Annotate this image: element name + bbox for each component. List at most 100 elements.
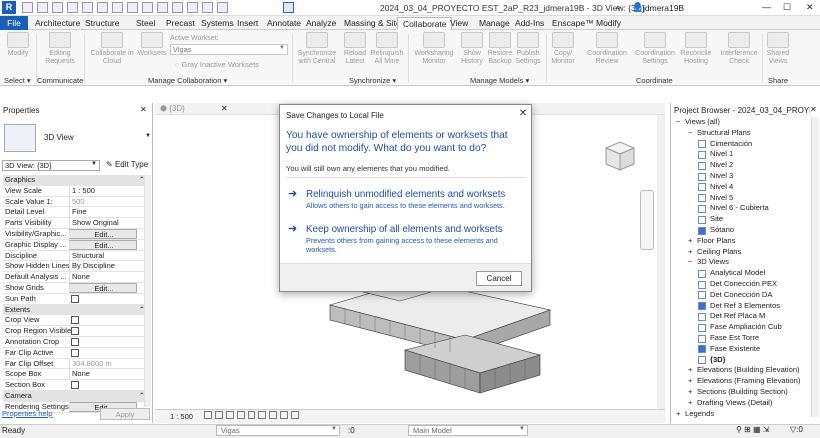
- browser-item[interactable]: Elevations (Framing Elevation): [697, 376, 800, 385]
- shadows-icon[interactable]: [236, 411, 245, 419]
- shared-views-button[interactable]: Shared Views: [764, 32, 792, 66]
- browser-item[interactable]: Nivel 5: [710, 193, 733, 202]
- property-checkbox[interactable]: [71, 316, 79, 325]
- collapse-icon[interactable]: −: [676, 117, 680, 126]
- view-control-icons[interactable]: [204, 411, 300, 421]
- property-checkbox[interactable]: [71, 327, 79, 336]
- active-workset-select[interactable]: Vigas ▼: [170, 44, 288, 55]
- restore-backup-button[interactable]: Restore Backup: [485, 32, 515, 66]
- property-value[interactable]: Fine: [69, 207, 137, 218]
- tab-precast[interactable]: Precast: [161, 17, 200, 29]
- property-category[interactable]: Graphics ⌃: [3, 175, 148, 186]
- browser-item[interactable]: Floor Plans: [697, 236, 735, 245]
- sync-icon[interactable]: [52, 2, 63, 13]
- tab-steel[interactable]: Steel: [131, 17, 160, 29]
- collapse-icon[interactable]: −: [688, 257, 692, 266]
- type-name[interactable]: 3D View: [44, 133, 74, 142]
- detail-level-icon[interactable]: [204, 411, 212, 419]
- browser-item[interactable]: Det Conección PEX: [710, 279, 777, 288]
- dialog-close-button[interactable]: ✕: [517, 108, 529, 119]
- expand-icon[interactable]: +: [688, 376, 692, 385]
- expand-icon[interactable]: +: [688, 398, 692, 407]
- copy-monitor-button[interactable]: Copy/ Monitor: [548, 32, 578, 66]
- property-value[interactable]: None: [69, 369, 137, 380]
- sync-central-button[interactable]: Synchronize with Central: [296, 32, 338, 66]
- tab-manage[interactable]: Manage: [474, 17, 515, 29]
- sun-path-icon[interactable]: [225, 411, 234, 419]
- search-icon[interactable]: ⌕: [616, 3, 620, 13]
- tab-add-ins[interactable]: Add-Ins: [510, 17, 549, 29]
- redo-icon[interactable]: [82, 2, 93, 13]
- close-hidden-icon[interactable]: [202, 2, 213, 13]
- text-icon[interactable]: [142, 2, 153, 13]
- browser-item[interactable]: Nivel 3: [710, 171, 733, 180]
- print-icon[interactable]: [97, 2, 108, 13]
- property-category[interactable]: Camera ⌃: [3, 391, 148, 402]
- property-edit-button[interactable]: Edit...: [69, 283, 137, 293]
- tab-structure[interactable]: Structure: [80, 17, 125, 29]
- expand-icon[interactable]: +: [688, 387, 692, 396]
- browser-item[interactable]: 3D Views: [697, 257, 729, 266]
- modify-button[interactable]: Modify: [4, 32, 32, 58]
- tab-analyze[interactable]: Analyze: [301, 17, 341, 29]
- crop-icon[interactable]: [258, 411, 267, 419]
- property-checkbox[interactable]: [71, 348, 79, 357]
- user-name[interactable]: jdmera19B: [643, 3, 684, 13]
- section-icon[interactable]: [172, 2, 183, 13]
- close-icon[interactable]: ✕: [140, 105, 147, 114]
- browser-item[interactable]: Analytical Model: [710, 268, 765, 277]
- expand-icon[interactable]: +: [676, 409, 680, 418]
- chevron-down-icon[interactable]: ▼: [145, 133, 151, 139]
- property-category[interactable]: Extents ⌃: [3, 304, 148, 316]
- measure-icon[interactable]: [112, 2, 123, 13]
- open-icon[interactable]: [22, 2, 33, 13]
- expand-icon[interactable]: +: [688, 247, 692, 256]
- edit-type-button[interactable]: ✎ Edit Type: [106, 160, 148, 169]
- publish-settings-button[interactable]: Publish Settings: [513, 32, 543, 66]
- properties-help-link[interactable]: Properties help: [2, 409, 52, 418]
- status-workset-select[interactable]: Vigas ▼: [216, 425, 340, 436]
- show-history-button[interactable]: Show History: [458, 32, 486, 66]
- qat-active-icon[interactable]: [283, 2, 294, 13]
- reload-latest-button[interactable]: Reload Latest: [340, 32, 370, 66]
- render-icon[interactable]: [247, 411, 256, 419]
- worksharing-monitor-button[interactable]: Worksharing Monitor: [412, 32, 456, 66]
- save-icon[interactable]: [37, 2, 48, 13]
- property-value[interactable]: None: [69, 272, 137, 283]
- browser-item[interactable]: Det Conección DA: [710, 290, 772, 299]
- close-window-button[interactable]: ✕: [806, 2, 814, 13]
- collapse-icon[interactable]: −: [688, 128, 692, 137]
- tab-architecture[interactable]: Architecture: [30, 17, 85, 29]
- thin-lines-icon[interactable]: [187, 2, 198, 13]
- tab-modify[interactable]: Modify: [591, 17, 626, 29]
- browser-item[interactable]: Sótano: [710, 225, 734, 234]
- browser-item[interactable]: Sections (Building Section): [697, 387, 788, 396]
- browser-item[interactable]: Fase Ampliación Cub: [710, 322, 782, 331]
- keep-ownership-option[interactable]: ➜ Keep ownership of all elements and wor…: [286, 224, 526, 256]
- view-scale[interactable]: 1 : 500: [170, 412, 193, 421]
- tab-insert[interactable]: Insert: [232, 17, 263, 29]
- view-tab-3d[interactable]: ⬢ {3D}: [160, 104, 185, 113]
- property-value[interactable]: By Discipline: [69, 261, 137, 272]
- reconcile-hosting-button[interactable]: Reconcile Hosting: [678, 32, 714, 66]
- lock-icon[interactable]: [280, 411, 289, 419]
- tab-massing-site[interactable]: Massing & Site: [339, 17, 406, 29]
- browser-item[interactable]: Views (all): [685, 117, 720, 126]
- property-checkbox[interactable]: [71, 381, 79, 390]
- property-checkbox[interactable]: [71, 338, 79, 346]
- minimize-button[interactable]: —: [762, 2, 771, 12]
- apply-button[interactable]: Apply: [100, 408, 150, 420]
- view-selector[interactable]: 3D View: {3D} ▼: [2, 160, 100, 171]
- coordination-review-button[interactable]: Coordination Review: [584, 32, 630, 66]
- cancel-button[interactable]: Cancel: [476, 271, 522, 286]
- browser-item[interactable]: Legends: [685, 409, 714, 418]
- ribbon-group-label[interactable]: Manage Models ▾: [470, 76, 529, 85]
- tab-annotate[interactable]: Annotate: [262, 17, 306, 29]
- property-edit-button[interactable]: Edit...: [69, 239, 137, 250]
- navigation-bar[interactable]: [640, 190, 654, 250]
- browser-item[interactable]: Det Ref Placa M: [710, 311, 765, 320]
- view-cube[interactable]: [600, 138, 640, 174]
- browser-item[interactable]: Ceiling Plans: [697, 247, 741, 256]
- property-checkbox[interactable]: [71, 294, 79, 303]
- browser-item[interactable]: Fase Est Torre: [710, 333, 759, 342]
